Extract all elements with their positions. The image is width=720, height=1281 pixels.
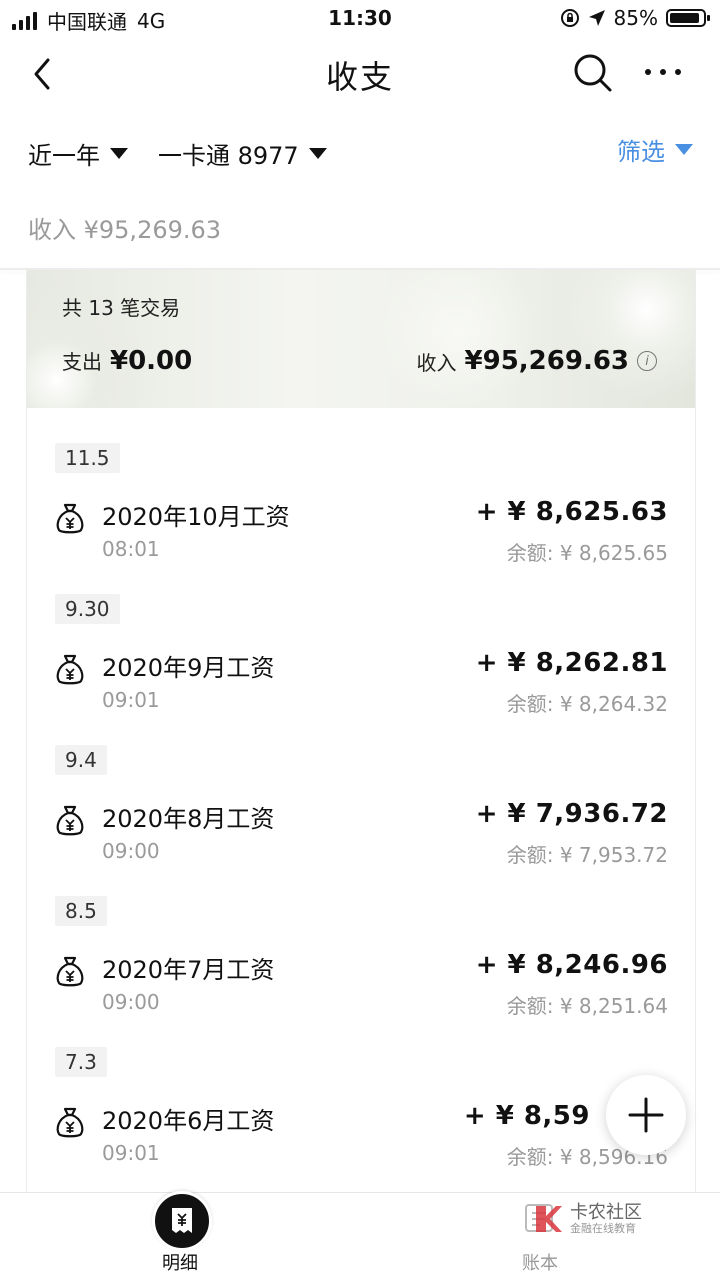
tab-label: 明细 xyxy=(162,1253,198,1274)
search-icon[interactable] xyxy=(570,50,614,94)
transaction-name: 2020年10月工资 xyxy=(102,503,290,531)
caret-down-icon xyxy=(110,148,128,159)
summary-banner: 共 13 笔交易 支出 ¥0.00 收入 ¥95,269.63 i xyxy=(27,270,695,408)
money-bag-icon xyxy=(56,805,84,836)
nav-bar: 收支 xyxy=(0,40,720,110)
income-total: 收入 ¥95,269.63 i xyxy=(417,346,657,376)
filter-label: 筛选 xyxy=(617,138,665,166)
transaction-card: 共 13 笔交易 支出 ¥0.00 收入 ¥95,269.63 i 11.5 2… xyxy=(26,270,696,1270)
transaction-balance: 余额: ¥ 8,625.65 xyxy=(506,541,668,565)
transaction-balance: 余额: ¥ 7,953.72 xyxy=(506,843,668,867)
expense-total: 支出 ¥0.00 xyxy=(62,346,192,376)
transaction-amount: + ¥ 8,262.81 xyxy=(475,648,668,678)
rotation-lock-icon xyxy=(560,9,579,27)
more-options-icon[interactable] xyxy=(645,62,689,82)
date-chip: 8.5 xyxy=(55,896,107,926)
add-button[interactable] xyxy=(606,1075,686,1155)
expense-amount: ¥0.00 xyxy=(110,346,193,376)
tab-detail[interactable]: 明细 xyxy=(120,1191,240,1281)
money-bag-icon xyxy=(56,956,84,987)
location-arrow-icon xyxy=(588,10,605,26)
kanong-logo-icon xyxy=(536,1206,562,1232)
watermark: 卡农社区 金融在线教育 xyxy=(530,1196,670,1242)
money-bag-icon xyxy=(56,503,84,534)
plus-icon xyxy=(628,1097,664,1133)
transaction-amount: + ¥ 8,625.63 xyxy=(475,497,668,527)
transaction-row[interactable]: 2020年8月工资 09:00 + ¥ 7,936.72 余额: ¥ 7,953… xyxy=(27,799,695,879)
transaction-time: 09:00 xyxy=(102,839,160,863)
transaction-balance: 余额: ¥ 8,264.32 xyxy=(506,692,668,716)
transaction-amount: + ¥ 8,246.96 xyxy=(475,950,668,980)
transaction-name: 2020年7月工资 xyxy=(102,956,275,984)
caret-down-icon xyxy=(675,144,693,155)
transaction-time: 09:01 xyxy=(102,688,160,712)
watermark-title: 卡农社区 xyxy=(570,1202,642,1224)
income-amount: ¥95,269.63 xyxy=(464,346,629,376)
transaction-name: 2020年6月工资 xyxy=(102,1107,275,1135)
filter-dropdown[interactable]: 筛选 xyxy=(617,132,693,167)
transaction-amount: + ¥ 8,59 xyxy=(463,1101,590,1131)
filter-bar: 近一年 一卡通 8977 筛选 xyxy=(0,132,720,176)
card-dropdown[interactable]: 一卡通 8977 xyxy=(158,136,327,171)
status-bar: 中国联通 4G 11:30 85% xyxy=(0,0,720,36)
income-label: 收入 xyxy=(416,350,457,375)
transaction-amount: + ¥ 7,936.72 xyxy=(475,799,668,829)
watermark-subtitle: 金融在线教育 xyxy=(570,1221,636,1235)
card-label: 一卡通 8977 xyxy=(158,142,299,170)
transaction-balance: 余额: ¥ 8,251.64 xyxy=(506,994,668,1018)
transaction-row[interactable]: 2020年6月工资 09:01 + ¥ 8,59 余额: ¥ 8,596.16 xyxy=(27,1101,695,1181)
transaction-time: 09:00 xyxy=(102,990,160,1014)
receipt-icon xyxy=(152,1191,212,1251)
date-chip: 11.5 xyxy=(55,443,120,473)
date-chip: 9.4 xyxy=(55,745,107,775)
date-chip: 7.3 xyxy=(55,1047,107,1077)
status-right: 85% xyxy=(560,6,710,30)
transaction-row[interactable]: 2020年7月工资 09:00 + ¥ 8,246.96 余额: ¥ 8,251… xyxy=(27,950,695,1030)
money-bag-icon xyxy=(56,654,84,685)
period-label: 近一年 xyxy=(28,142,100,170)
income-summary: 收入 ¥95,269.63 xyxy=(28,216,222,244)
caret-down-icon xyxy=(308,148,327,159)
date-chip: 9.30 xyxy=(55,594,120,624)
transaction-name: 2020年9月工资 xyxy=(102,654,275,682)
transaction-row[interactable]: 2020年9月工资 09:01 + ¥ 8,262.81 余额: ¥ 8,264… xyxy=(27,648,695,728)
info-icon[interactable]: i xyxy=(637,351,657,371)
transaction-row[interactable]: 2020年10月工资 08:01 + ¥ 8,625.63 余额: ¥ 8,62… xyxy=(27,497,695,577)
transaction-name: 2020年8月工资 xyxy=(102,805,275,833)
money-bag-icon xyxy=(56,1107,84,1138)
transaction-count: 共 13 笔交易 xyxy=(62,296,181,320)
battery-icon xyxy=(666,9,710,27)
transaction-time: 08:01 xyxy=(102,537,160,561)
expense-label: 支出 xyxy=(62,350,102,374)
tab-label: 账本 xyxy=(522,1253,558,1274)
transaction-time: 09:01 xyxy=(102,1141,160,1165)
period-dropdown[interactable]: 近一年 xyxy=(28,136,128,171)
battery-percent: 85% xyxy=(613,6,658,30)
